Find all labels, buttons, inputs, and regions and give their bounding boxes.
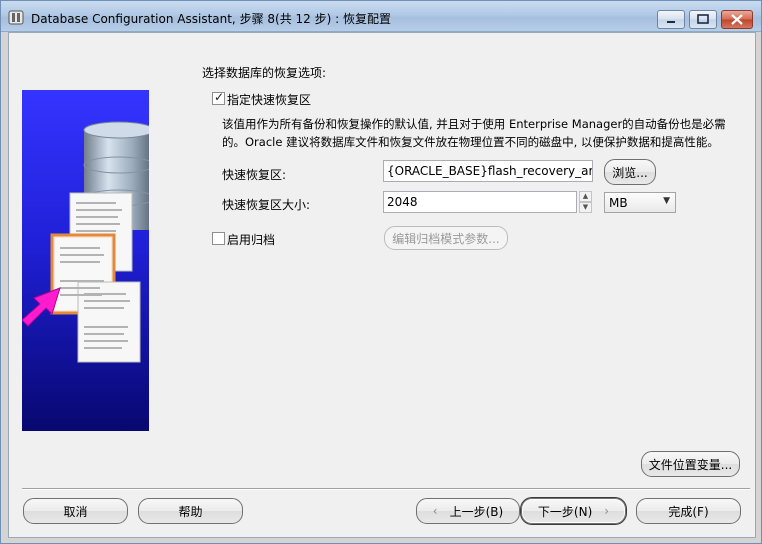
minimize-icon	[667, 21, 675, 23]
enable-archive-checkbox[interactable]	[212, 232, 225, 245]
chevron-right-icon: ›	[604, 504, 610, 518]
cancel-button[interactable]: 取消	[23, 498, 128, 524]
chevron-down-icon: ▼	[663, 196, 670, 206]
minimize-button[interactable]	[657, 10, 685, 29]
app-icon	[8, 10, 24, 25]
recovery-illustration	[22, 90, 149, 431]
chevron-left-icon: ‹	[432, 504, 438, 518]
close-button[interactable]	[721, 10, 753, 29]
fast-recovery-area-label: 快速恢复区:	[222, 168, 287, 182]
check-icon: ✓	[214, 90, 225, 104]
fast-recovery-size-label: 快速恢复区大小:	[222, 198, 311, 212]
back-button[interactable]: ‹ 上一步(B)	[416, 498, 520, 524]
size-spin-down-icon[interactable]: ▼	[579, 202, 592, 213]
fast-recovery-size-input[interactable]: 2048	[383, 191, 577, 213]
maximize-button[interactable]	[689, 10, 717, 29]
size-unit-select[interactable]: MB ▼	[604, 192, 676, 213]
client-area: 选择数据库的恢复选项: ✓ 指定快速恢复区 该值用作为所有备份和恢复操作的默认值…	[8, 32, 756, 538]
fast-recovery-label: 指定快速恢复区	[227, 93, 312, 107]
close-icon	[731, 14, 743, 25]
edit-archive-params-button[interactable]: 编辑归档模式参数...	[384, 226, 508, 250]
help-button[interactable]: 帮助	[138, 498, 243, 524]
next-button-label: 下一步(N)	[537, 504, 593, 519]
enable-archive-label: 启用归档	[227, 233, 276, 247]
database-illustration-icon	[22, 121, 149, 363]
size-unit-value: MB	[609, 196, 628, 210]
fast-recovery-description-line1: 该值用作为所有备份和恢复操作的默认值, 并且对于使用 Enterprise Ma…	[222, 117, 726, 131]
next-button[interactable]: 下一步(N) ›	[521, 498, 626, 524]
maximize-icon	[697, 14, 709, 24]
size-spin-up-icon[interactable]: ▲	[579, 191, 592, 202]
title-bar[interactable]: Database Configuration Assistant, 步骤 8(共…	[1, 1, 761, 32]
dbca-window: Database Configuration Assistant, 步骤 8(共…	[0, 0, 762, 544]
fast-recovery-area-input[interactable]: {ORACLE_BASE}flash_recovery_area	[383, 160, 593, 182]
back-button-label: 上一步(B)	[449, 504, 504, 519]
finish-button[interactable]: 完成(F)	[636, 498, 741, 524]
section-label: 选择数据库的恢复选项:	[202, 66, 327, 80]
footer-separator	[22, 488, 750, 490]
window-title: Database Configuration Assistant, 步骤 8(共…	[31, 12, 391, 26]
fast-recovery-description-line2: 的。Oracle 建议将数据库文件和恢复文件放在物理位置不同的磁盘中, 以便保护…	[222, 135, 719, 149]
fast-recovery-checkbox[interactable]: ✓	[212, 90, 225, 105]
browse-button[interactable]: 浏览...	[604, 159, 656, 185]
file-location-variables-button[interactable]: 文件位置变量...	[641, 451, 740, 477]
